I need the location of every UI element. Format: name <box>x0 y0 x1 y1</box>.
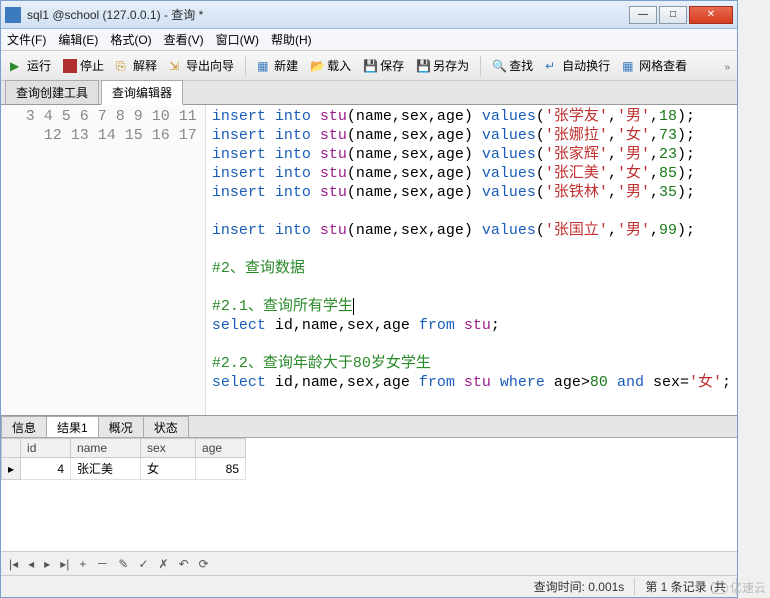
explain-button[interactable]: ⎘解释 <box>111 55 162 76</box>
row-indicator-icon: ▸ <box>2 458 21 480</box>
cell-age[interactable]: 85 <box>196 458 246 480</box>
gridview-button[interactable]: ▦网格查看 <box>617 55 692 76</box>
menu-file[interactable]: 文件(F) <box>7 31 46 48</box>
grid-icon: ▦ <box>622 59 636 73</box>
cell-id[interactable]: 4 <box>21 458 71 480</box>
menu-format[interactable]: 格式(O) <box>110 31 151 48</box>
find-button[interactable]: 🔍查找 <box>487 55 538 76</box>
search-icon: 🔍 <box>492 59 506 73</box>
nav-next-icon[interactable]: ▸ <box>42 557 52 571</box>
nav-add-icon[interactable]: + <box>77 557 88 571</box>
watermark: 亿速云 <box>710 579 766 596</box>
load-icon: 📂 <box>310 59 324 73</box>
col-id[interactable]: id <box>21 439 71 458</box>
wrap-button[interactable]: ↵自动换行 <box>540 55 615 76</box>
tab-result1[interactable]: 结果1 <box>46 416 99 437</box>
col-sex[interactable]: sex <box>141 439 196 458</box>
nav-prev-icon[interactable]: ◂ <box>26 557 36 571</box>
result-row[interactable]: ▸ 4 张汇美 女 85 <box>2 458 246 480</box>
save-button[interactable]: 💾保存 <box>358 55 409 76</box>
nav-refresh-icon[interactable]: ⟳ <box>197 557 211 571</box>
results-tabbar: 信息 结果1 概况 状态 <box>1 416 737 438</box>
grid-navbar: |◂ ◂ ▸ ▸| + － ✎ ✓ ✗ ↶ ⟳ <box>1 551 737 575</box>
nav-undo-icon[interactable]: ↶ <box>177 557 191 571</box>
nav-del-icon[interactable]: － <box>94 555 110 572</box>
maximize-button[interactable]: □ <box>659 6 687 24</box>
new-icon: ▦ <box>257 59 271 73</box>
minimize-button[interactable]: — <box>629 6 657 24</box>
stop-icon <box>63 59 77 73</box>
code-area[interactable]: insert into stu(name,sex,age) values('张学… <box>206 105 737 415</box>
tab-info[interactable]: 信息 <box>1 416 47 437</box>
status-time: 查询时间: 0.001s <box>524 578 636 595</box>
explain-icon: ⎘ <box>116 59 130 73</box>
corner-cell <box>2 439 21 458</box>
cloud-icon <box>710 582 728 594</box>
results-panel: 信息 结果1 概况 状态 id name sex age ▸ 4 张汇美 女 <box>1 415 737 575</box>
app-icon <box>5 7 21 23</box>
tab-profile[interactable]: 概况 <box>98 416 144 437</box>
nav-cancel-icon[interactable]: ✗ <box>157 557 171 571</box>
menu-window[interactable]: 窗口(W) <box>216 31 259 48</box>
new-button[interactable]: ▦新建 <box>252 55 303 76</box>
col-age[interactable]: age <box>196 439 246 458</box>
code-editor[interactable]: 3 4 5 6 7 8 9 10 11 12 13 14 15 16 17 in… <box>1 105 737 415</box>
titlebar: sql1 @school (127.0.0.1) - 查询 * — □ ✕ <box>1 1 737 29</box>
run-button[interactable]: ▶运行 <box>5 55 56 76</box>
load-button[interactable]: 📂载入 <box>305 55 356 76</box>
editor-tabbar: 查询创建工具 查询编辑器 <box>1 81 737 105</box>
tab-query-editor[interactable]: 查询编辑器 <box>101 80 183 105</box>
menu-edit[interactable]: 编辑(E) <box>58 31 98 48</box>
menubar: 文件(F) 编辑(E) 格式(O) 查看(V) 窗口(W) 帮助(H) <box>1 29 737 51</box>
result-grid[interactable]: id name sex age ▸ 4 张汇美 女 85 <box>1 438 737 551</box>
statusbar: 查询时间: 0.001s 第 1 条记录 (共 <box>1 575 737 597</box>
toolbar-overflow-icon[interactable]: » <box>724 62 730 73</box>
nav-last-icon[interactable]: ▸| <box>58 557 71 571</box>
saveas-button[interactable]: 💾另存为 <box>411 55 474 76</box>
toolbar: ▶运行 停止 ⎘解释 ⇲导出向导 ▦新建 📂载入 💾保存 💾另存为 🔍查找 ↵自… <box>1 51 737 81</box>
cell-sex[interactable]: 女 <box>141 458 196 480</box>
play-icon: ▶ <box>10 59 24 73</box>
menu-help[interactable]: 帮助(H) <box>271 31 312 48</box>
menu-view[interactable]: 查看(V) <box>164 31 204 48</box>
close-button[interactable]: ✕ <box>689 6 733 24</box>
cell-name[interactable]: 张汇美 <box>71 458 141 480</box>
tab-status[interactable]: 状态 <box>143 416 189 437</box>
tab-query-builder[interactable]: 查询创建工具 <box>5 80 99 104</box>
saveas-icon: 💾 <box>416 59 430 73</box>
nav-first-icon[interactable]: |◂ <box>7 557 20 571</box>
line-gutter: 3 4 5 6 7 8 9 10 11 12 13 14 15 16 17 <box>1 105 206 415</box>
save-icon: 💾 <box>363 59 377 73</box>
col-name[interactable]: name <box>71 439 141 458</box>
stop-button[interactable]: 停止 <box>58 55 109 76</box>
nav-edit-icon[interactable]: ✎ <box>116 557 130 571</box>
nav-ok-icon[interactable]: ✓ <box>136 557 150 571</box>
window-title: sql1 @school (127.0.0.1) - 查询 * <box>27 6 629 23</box>
export-icon: ⇲ <box>169 59 183 73</box>
wrap-icon: ↵ <box>545 59 559 73</box>
export-button[interactable]: ⇲导出向导 <box>164 55 239 76</box>
